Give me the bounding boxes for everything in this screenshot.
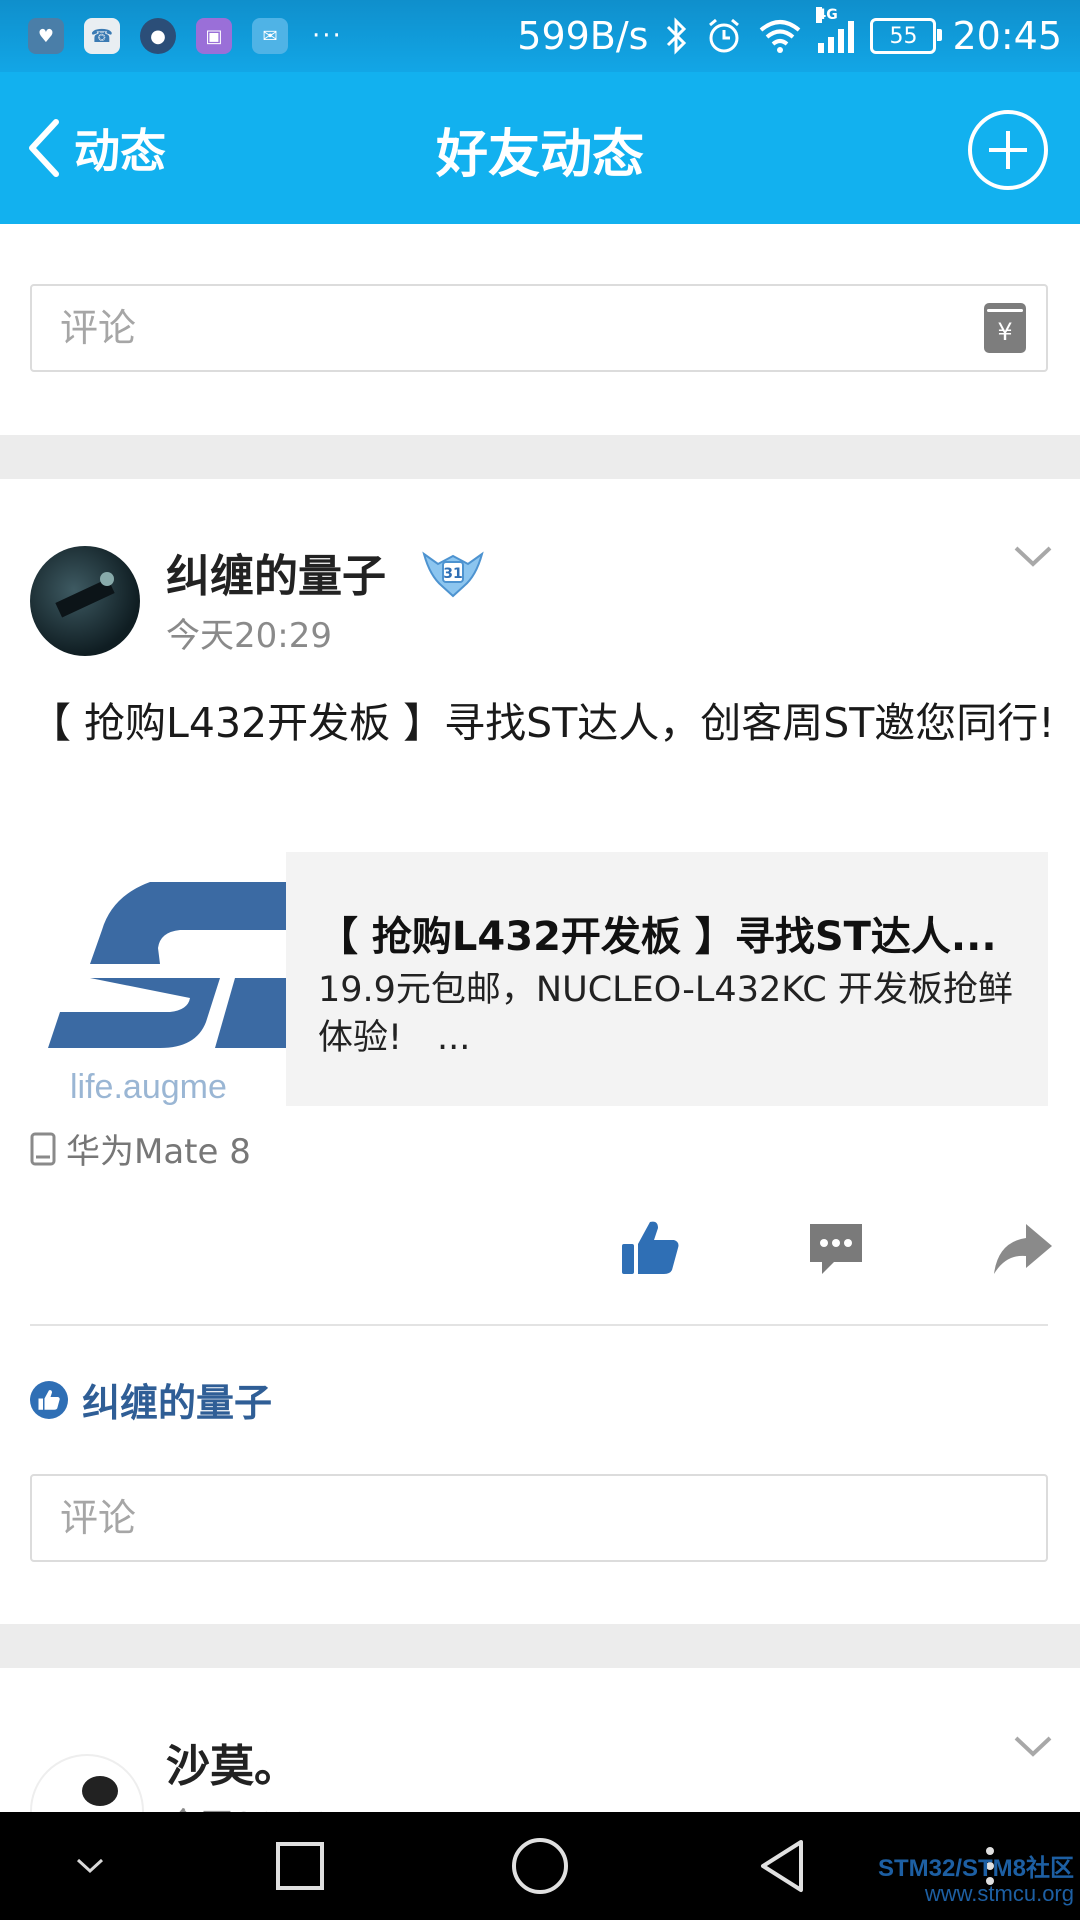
watermark: STM32/STM8社区 www.stmcu.org: [877, 1855, 1074, 1907]
battery-level: 55: [889, 23, 918, 49]
section-separator: [0, 435, 1080, 479]
watermark-line1: STM32/STM8社区: [877, 1855, 1074, 1882]
comment-field[interactable]: ¥: [30, 284, 1048, 372]
circle-icon: [512, 1838, 568, 1894]
battery-icon: 55: [870, 18, 943, 54]
wifi-icon: [760, 20, 801, 53]
avatar[interactable]: [30, 1754, 144, 1812]
health-app-icon: ♥: [28, 18, 64, 54]
link-card[interactable]: life.augme 【 抢购L432开发板 】寻找ST达人... 19.9元包…: [30, 852, 1048, 1106]
chevron-down-icon: [76, 1858, 104, 1874]
robot-app-icon: ●: [140, 18, 176, 54]
status-bar: ♥ ☎ ● ▣ ✉ ··· 599B/s 4G 55 20:45: [0, 0, 1080, 72]
link-description: 19.9元包邮，NUCLEO-L432KC 开发板抢鲜体验! ...: [318, 970, 1013, 1058]
bluetooth-icon: [667, 17, 687, 55]
comment-button-icon[interactable]: [804, 1218, 868, 1282]
svg-text:31: 31: [443, 566, 462, 582]
st-logo-icon: life.augme: [30, 852, 286, 1106]
share-button-icon[interactable]: [990, 1218, 1054, 1282]
red-packet-icon[interactable]: ¥: [984, 303, 1026, 353]
post-text: 【 抢购L432开发板 】寻找ST达人，创客周ST邀您同行!: [30, 699, 1055, 747]
telecom-app-icon: ☎: [84, 18, 120, 54]
gallery-app-icon: ▣: [196, 18, 232, 54]
chevron-down-icon[interactable]: [1012, 1734, 1054, 1760]
signal-icon: 4G: [816, 7, 855, 53]
comment-input[interactable]: [32, 1495, 1046, 1541]
clock: 20:45: [952, 14, 1062, 58]
alarm-icon: [709, 18, 740, 53]
liked-by-user[interactable]: 纠缠的量子: [82, 1372, 272, 1427]
post-timestamp: 今天20:29: [166, 616, 332, 656]
phone-icon: [30, 1132, 56, 1165]
net-speed: 599B/s: [517, 14, 649, 58]
post-timestamp: 今天20:00: [166, 1798, 332, 1812]
more-notifications-icon: ···: [312, 21, 343, 51]
feed[interactable]: ¥ 纠缠的量子 31 今天20:29 【 抢购L432开发板 】寻找ST达人，创…: [0, 224, 1080, 1812]
avatar[interactable]: [30, 546, 140, 656]
mail-app-icon: ✉: [252, 18, 288, 54]
recents-button[interactable]: [270, 1812, 330, 1920]
like-button-icon[interactable]: [618, 1216, 682, 1280]
link-thumbnail: life.augme: [30, 852, 286, 1106]
link-title: 【 抢购L432开发板 】寻找ST达人...: [318, 914, 997, 960]
comment-field[interactable]: [30, 1474, 1048, 1562]
svg-text:life.augme: life.augme: [70, 1068, 227, 1106]
chevron-down-icon[interactable]: [1012, 544, 1054, 570]
add-post-button[interactable]: [968, 110, 1048, 190]
vip-badge-icon[interactable]: 31: [420, 546, 486, 600]
likes-row: 纠缠的量子: [30, 1372, 272, 1427]
watermark-line2: www.stmcu.org: [924, 1881, 1074, 1907]
square-icon: [276, 1842, 324, 1890]
page-title: 好友动态: [435, 125, 644, 185]
device-name: 华为Mate 8: [66, 1132, 251, 1172]
post-author[interactable]: 沙莫。: [166, 1730, 298, 1794]
back-nav-button[interactable]: [752, 1812, 812, 1920]
app-header: 动态 好友动态: [0, 72, 1080, 224]
hide-nav-button[interactable]: [60, 1812, 120, 1920]
home-button[interactable]: [506, 1812, 574, 1920]
comment-input[interactable]: [32, 305, 984, 351]
divider: [30, 1324, 1048, 1326]
post-author[interactable]: 纠缠的量子: [166, 540, 386, 604]
triangle-back-icon: [761, 1840, 803, 1892]
like-icon: [30, 1380, 68, 1419]
section-separator: [0, 1624, 1080, 1668]
device-label: 华为Mate 8: [30, 1124, 251, 1173]
